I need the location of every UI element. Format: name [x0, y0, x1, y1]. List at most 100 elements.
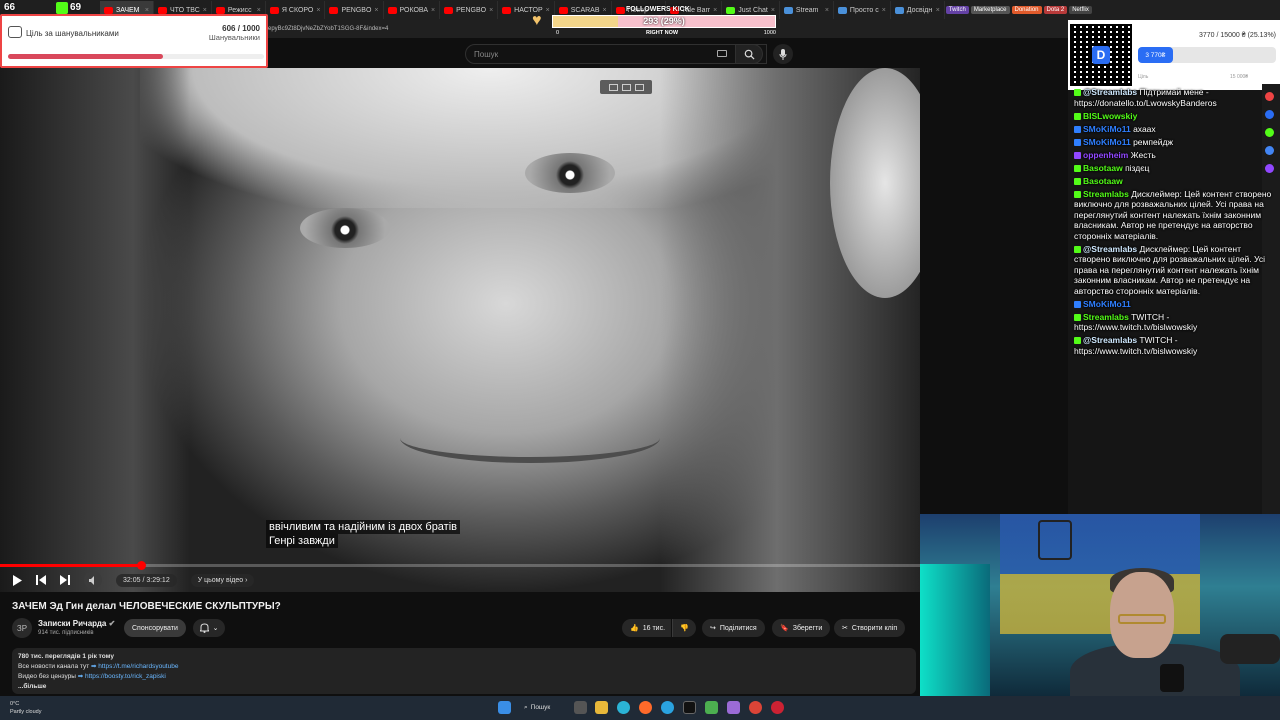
followers-label: FOLLOWERS KICK	[626, 6, 690, 13]
browser-tab[interactable]: Я СКОРО ×	[266, 1, 326, 19]
tab-label: Досвідн	[906, 6, 933, 14]
video-player[interactable]	[0, 68, 920, 592]
thumbs-down-icon: 👎	[680, 625, 689, 632]
chat-message: Basotaaw піздєц	[1074, 163, 1274, 174]
bookmark-pill[interactable]: Marketplace	[970, 1, 1011, 19]
close-icon[interactable]: ×	[489, 7, 493, 14]
chat-username[interactable]: BISLwowskiy	[1083, 111, 1137, 121]
channel-avatar[interactable]: ЗР	[12, 618, 32, 638]
browser-tab[interactable]: РОКОВА ×	[384, 1, 441, 19]
chat-username[interactable]: Streamlabs	[1083, 189, 1129, 199]
overlay-count-left: 66	[4, 2, 16, 13]
close-icon[interactable]: ×	[257, 7, 261, 14]
chat-username[interactable]: SMoKiMo11	[1083, 137, 1131, 147]
chat-badge-icon	[1074, 89, 1081, 97]
close-icon[interactable]: ×	[374, 7, 378, 14]
close-icon[interactable]: ×	[936, 7, 940, 14]
chat-username[interactable]: SMoKiMo11	[1083, 124, 1131, 134]
chat-username[interactable]: Streamlabs	[1083, 312, 1129, 322]
telegram-icon[interactable]	[661, 701, 674, 714]
browser-tab[interactable]: PENGBO ×	[325, 1, 384, 19]
bookmark-pill[interactable]: Donation	[1011, 1, 1043, 19]
bookmark-pill[interactable]: Dota 2	[1043, 1, 1069, 19]
goal-count: 606 / 1000	[222, 24, 260, 33]
like-button[interactable]: 👍 16 тис.	[622, 619, 672, 637]
goal-current: 606	[222, 24, 236, 33]
chapter-button[interactable]: У цьому відео ›	[190, 573, 255, 587]
file-explorer-icon[interactable]	[595, 701, 608, 714]
close-icon[interactable]: ×	[882, 7, 886, 14]
close-icon[interactable]: ×	[546, 7, 550, 14]
chat-username[interactable]: Basotaaw	[1083, 176, 1123, 186]
close-icon[interactable]: ×	[825, 7, 829, 14]
play-icon[interactable]	[12, 574, 22, 586]
goal-title: Ціль за шанувальниками	[26, 29, 119, 38]
browser-tab[interactable]: Просто с ×	[834, 1, 891, 19]
chat-username[interactable]: SMoKiMo11	[1083, 299, 1131, 309]
avatar-text: ЗР	[16, 623, 28, 633]
overlay-icon[interactable]	[608, 83, 618, 91]
save-button[interactable]: 🔖 Зберегти	[772, 619, 831, 637]
bookmark-label: Netflix	[1069, 6, 1092, 14]
temperature: 0°C	[10, 701, 20, 707]
bookmark-pill[interactable]: Netflix	[1068, 1, 1093, 19]
show-more-link[interactable]: ...більше	[18, 682, 910, 692]
app-icon[interactable]	[771, 701, 784, 714]
search-button[interactable]	[735, 44, 763, 64]
browser-tab[interactable]: Stream ×	[780, 1, 834, 19]
chat-username[interactable]: oppenheim	[1083, 150, 1128, 160]
bookmark-pill[interactable]: Twitch	[945, 1, 970, 19]
close-icon[interactable]: ×	[145, 7, 149, 14]
bookmark-label: Dota 2	[1043, 6, 1068, 14]
chat-username[interactable]: @Streamlabs	[1083, 244, 1137, 254]
telegram-link[interactable]: https://t.me/richardsyoutube	[98, 663, 178, 670]
subscriber-count: 914 тис. підписників	[38, 630, 94, 636]
firefox-icon[interactable]	[639, 701, 652, 714]
close-icon[interactable]: ×	[316, 7, 320, 14]
edge-icon[interactable]	[617, 701, 630, 714]
previous-icon[interactable]	[36, 575, 46, 585]
next-icon[interactable]	[60, 575, 70, 585]
chrome-icon[interactable]	[749, 701, 762, 714]
close-icon[interactable]: ×	[431, 7, 435, 14]
follower-goal-widget: Ціль за шанувальниками 606 / 1000 Шанува…	[0, 14, 268, 68]
chat-username[interactable]: Basotaaw	[1083, 163, 1123, 173]
kick-icon	[56, 2, 68, 14]
dislike-button[interactable]: 👎	[672, 619, 696, 637]
chat-username[interactable]: @Streamlabs	[1083, 87, 1137, 97]
tab-label: Режисс	[227, 6, 252, 14]
donation-bar-label: 3 770₴	[1145, 51, 1166, 59]
browser-tab[interactable]: PENGBO ×	[440, 1, 499, 19]
chat-message: @Streamlabs Дисклеймер: Цей контент ство…	[1074, 244, 1274, 297]
video-overlay-toolbar[interactable]	[600, 80, 652, 94]
app-icon[interactable]	[727, 701, 740, 714]
overlay-icon[interactable]	[621, 83, 631, 91]
channel-name[interactable]: Записки Ричарда ✔	[38, 619, 115, 628]
volume-button[interactable]	[84, 571, 102, 589]
sponsor-button[interactable]: Спонсорувати	[124, 619, 186, 637]
browser-tab[interactable]: Досвідн ×	[891, 1, 945, 19]
video-progress-bar[interactable]	[0, 561, 920, 570]
weather-widget[interactable]: 0°C Partly cloudy	[10, 700, 42, 716]
chapter-label: У цьому відео	[197, 576, 244, 584]
tab-label: ЗАЧЕМ	[116, 6, 140, 14]
share-button[interactable]: ↪ Поділитися	[702, 619, 765, 637]
voice-search-button[interactable]	[773, 44, 793, 64]
task-view-icon[interactable]	[574, 701, 587, 714]
notifications-button[interactable]: ⌄	[193, 619, 225, 637]
chat-message: SMoKiMo11	[1074, 299, 1274, 310]
clip-button[interactable]: ✂ Створити кліп	[834, 619, 906, 637]
taskbar-search[interactable]: ⌕ Пошук	[524, 701, 550, 714]
keyboard-icon[interactable]	[717, 50, 727, 57]
boosty-link[interactable]: https://boosty.to/rick_zapiski	[85, 673, 166, 680]
overlay-icon[interactable]	[634, 83, 644, 91]
start-icon[interactable]	[498, 701, 511, 714]
video-controls: 32:05 / 3:29:12 У цьому відео ›	[0, 568, 920, 592]
close-icon[interactable]: ×	[203, 7, 207, 14]
obs-icon[interactable]	[683, 701, 696, 714]
app-icon[interactable]	[705, 701, 718, 714]
chat-message: @Streamlabs TWITCH - https://www.twitch.…	[1074, 335, 1274, 356]
chat-username[interactable]: @Streamlabs	[1083, 335, 1137, 345]
description-box[interactable]: 780 тис. переглядів 1 рік тому Все новос…	[12, 648, 916, 694]
browser-tab[interactable]: НАСТОР ×	[498, 1, 555, 19]
